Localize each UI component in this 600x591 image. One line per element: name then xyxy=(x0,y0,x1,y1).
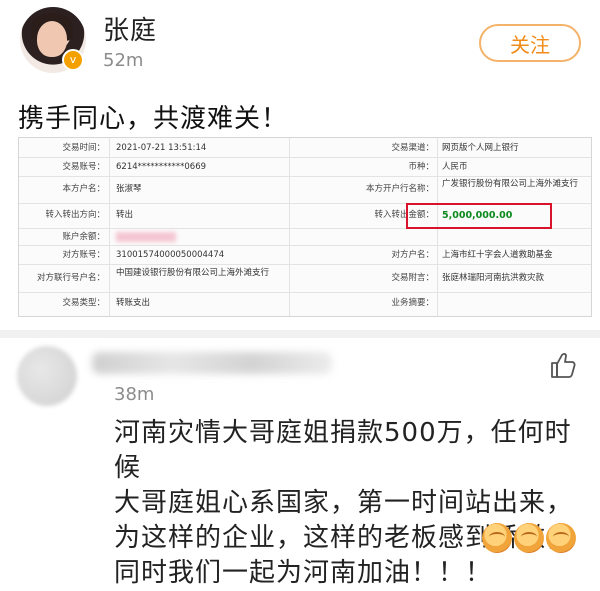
post-timestamp: 52m xyxy=(103,50,144,71)
section-divider xyxy=(0,330,600,338)
receipt-label: 本方户名： xyxy=(62,184,105,194)
receipt-label: 交易时间： xyxy=(62,143,105,153)
receipt-label: 交易类型： xyxy=(62,298,105,308)
receipt-label: 交易附言： xyxy=(391,273,434,283)
receipt-label: 本方开户行名称： xyxy=(365,184,434,194)
receipt-label: 转入转出方向： xyxy=(45,210,105,220)
receipt-label: 交易账号： xyxy=(62,162,105,172)
receipt-label: 对方户名： xyxy=(391,250,434,260)
user-name[interactable]: 张庭 xyxy=(103,10,157,47)
comment-text: 河南灾情大哥庭姐捐款500万，任何时候 大哥庭姐心系国家，第一时间站出来， 为这… xyxy=(114,418,574,588)
post-text: 携手同心，共渡难关！ xyxy=(18,104,289,134)
receipt-value: 中国建设银行股份有限公司上海外滩支行 xyxy=(116,268,270,278)
blurred-balance xyxy=(116,232,176,242)
like-thumbs-up-icon[interactable] xyxy=(548,350,578,380)
fist-emoji-icon xyxy=(546,523,576,553)
commenter-name-blurred[interactable] xyxy=(92,352,332,374)
bank-receipt-image[interactable]: 交易时间： 2021-07-21 13:51:14 交易渠道： 网页版个人网上银… xyxy=(18,137,592,317)
fist-emoji-icon xyxy=(482,523,512,553)
receipt-value: 广发银行股份有限公司上海外滩支行 xyxy=(442,179,579,189)
receipt-label: 交易渠道： xyxy=(391,143,434,153)
user-avatar[interactable]: v xyxy=(20,7,86,73)
receipt-value: 网页版个人网上银行 xyxy=(442,143,519,153)
follow-button[interactable]: 关注 xyxy=(479,24,581,62)
highlight-box xyxy=(406,203,552,229)
receipt-value: 31001574000050004474 xyxy=(116,250,225,260)
receipt-value: 人民币 xyxy=(442,162,468,172)
comment-timestamp: 38m xyxy=(114,384,155,405)
fist-emoji-icon xyxy=(514,523,544,553)
receipt-value: 6214***********0669 xyxy=(116,162,207,172)
verified-badge-icon: v xyxy=(62,49,84,71)
receipt-value: 张庭林瑞阳河南抗洪救灾款 xyxy=(442,273,545,283)
receipt-value: 张淑琴 xyxy=(116,184,142,194)
receipt-value: 转账支出 xyxy=(116,298,151,308)
receipt-label: 对方联行号户名： xyxy=(36,273,105,283)
receipt-label: 对方账号： xyxy=(62,250,105,260)
receipt-value: 2021-07-21 13:51:14 xyxy=(116,143,207,153)
receipt-label: 账户余额： xyxy=(62,232,105,242)
receipt-value: 上海市红十字会人道救助基金 xyxy=(442,250,553,260)
commenter-avatar[interactable] xyxy=(17,346,77,406)
emoji-row xyxy=(482,523,576,553)
receipt-value: 转出 xyxy=(116,210,134,220)
receipt-label: 业务摘要： xyxy=(391,298,434,308)
receipt-label: 币种： xyxy=(408,162,434,172)
